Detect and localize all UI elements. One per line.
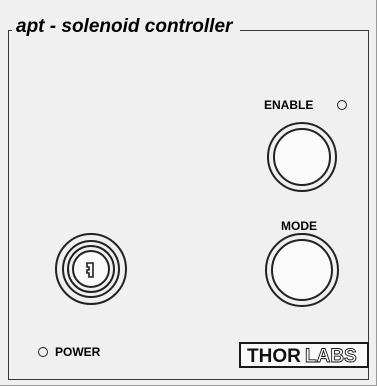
mode-button[interactable] (265, 233, 339, 307)
thorlabs-logo-mark: THOR LABS (247, 346, 357, 366)
power-led-icon (38, 347, 48, 357)
panel-frame (8, 30, 369, 380)
power-label: POWER (55, 345, 101, 359)
thorlabs-logo: THOR LABS (239, 342, 369, 368)
enable-led-icon (337, 100, 347, 110)
mode-button-cap[interactable] (271, 239, 333, 301)
controller-panel: apt - solenoid controller ENABLE MODE PO… (0, 0, 377, 386)
panel-title: apt - solenoid controller (12, 16, 241, 38)
key-switch[interactable] (54, 232, 128, 306)
logo-bold-text: THOR (247, 346, 301, 366)
key-slot-icon[interactable] (54, 232, 128, 306)
enable-label: ENABLE (264, 98, 314, 112)
mode-label: MODE (281, 219, 317, 233)
enable-button-cap[interactable] (273, 128, 331, 186)
logo-outline-text: LABS (305, 346, 357, 366)
enable-button[interactable] (267, 122, 337, 192)
